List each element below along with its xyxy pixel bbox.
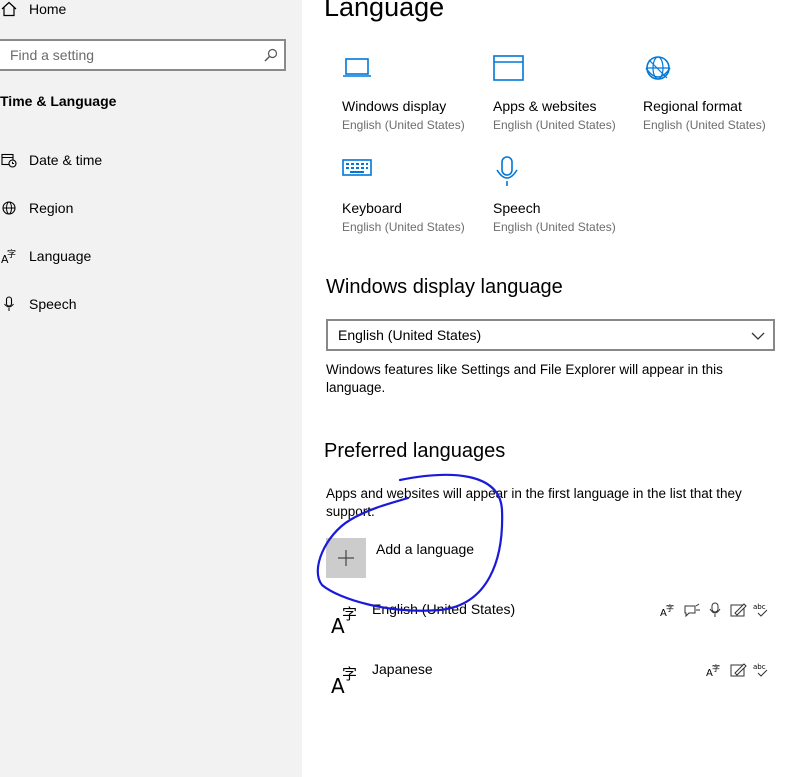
- svg-text:abc: abc: [753, 663, 766, 671]
- add-language-label: Add a language: [376, 541, 475, 557]
- tile-subtitle: English (United States): [342, 118, 465, 132]
- sidebar-item-speech[interactable]: Speech: [0, 295, 76, 313]
- calendar-clock-icon: [0, 151, 18, 169]
- search-input[interactable]: Find a setting: [0, 39, 286, 71]
- sidebar-item-date-time[interactable]: Date & time: [0, 151, 102, 169]
- sidebar-item-label: Date & time: [29, 152, 103, 168]
- section-title: Time & Language: [0, 93, 117, 109]
- tile-regional-format[interactable]: Regional format English (United States): [643, 54, 783, 132]
- tile-name: Windows display: [342, 98, 447, 114]
- keyboard-icon: [342, 156, 482, 190]
- tile-apps-websites[interactable]: Apps & websites English (United States): [493, 54, 633, 132]
- sidebar-item-label: Speech: [29, 296, 77, 312]
- search-placeholder: Find a setting: [10, 47, 95, 63]
- tile-name: Apps & websites: [493, 98, 597, 114]
- svg-text:abc: abc: [753, 603, 766, 611]
- preferred-languages-description: Apps and websites will appear in the fir…: [326, 486, 742, 519]
- sidebar-item-label: Home: [29, 1, 67, 17]
- tile-name: Regional format: [643, 98, 742, 114]
- tile-windows-display[interactable]: Windows display English (United States): [342, 54, 482, 132]
- tile-speech[interactable]: Speech English (United States): [493, 156, 633, 234]
- tile-subtitle: English (United States): [493, 118, 616, 132]
- microphone-icon: [0, 295, 18, 313]
- display-language-dropdown[interactable]: English (United States): [326, 319, 775, 351]
- speech-recognition-icon: [709, 602, 721, 617]
- spellcheck-icon: abc: [753, 603, 768, 617]
- sidebar-item-label: Region: [29, 200, 74, 216]
- page-title: Language: [324, 0, 445, 22]
- sidebar-item-label: Language: [29, 248, 92, 264]
- handwriting-icon: [730, 603, 747, 617]
- laptop-icon: [342, 54, 482, 88]
- tile-subtitle: English (United States): [643, 118, 766, 132]
- svg-text:字: 字: [712, 663, 720, 673]
- display-language-description: Windows features like Settings and File …: [326, 362, 723, 395]
- svg-text:字: 字: [7, 248, 16, 260]
- language-features: A字 abc: [660, 601, 770, 619]
- window-icon: [493, 54, 633, 88]
- globe-icon: [0, 199, 18, 217]
- spellcheck-icon: abc: [753, 663, 768, 677]
- language-icon: A字: [330, 601, 362, 640]
- language-icon: A字: [330, 661, 362, 700]
- language-name: Japanese: [372, 661, 433, 677]
- microphone-icon: [493, 156, 633, 190]
- plus-icon: [326, 538, 366, 578]
- sidebar-item-language[interactable]: A字 Language: [0, 247, 91, 265]
- tile-name: Keyboard: [342, 200, 402, 216]
- add-language-button[interactable]: Add a language: [326, 538, 474, 578]
- svg-text:字: 字: [666, 603, 674, 613]
- main-content: Language Windows display English (United…: [302, 0, 802, 777]
- language-row-english[interactable]: A字 English (United States) A字 abc: [330, 601, 770, 647]
- display-language-icon: A字: [660, 603, 674, 619]
- svg-text:字: 字: [342, 665, 357, 683]
- language-icon: A字: [0, 247, 18, 265]
- dropdown-value: English (United States): [338, 327, 482, 343]
- text-to-speech-icon: [684, 603, 700, 618]
- tile-keyboard[interactable]: Keyboard English (United States): [342, 156, 482, 234]
- search-icon: [264, 48, 278, 67]
- home-icon: [0, 0, 18, 18]
- tile-subtitle: English (United States): [493, 220, 616, 234]
- section-heading-preferred-languages: Preferred languages: [324, 440, 506, 462]
- sidebar: Home Find a setting Time & Language Date…: [0, 0, 302, 777]
- handwriting-icon: [730, 663, 747, 677]
- language-name: English (United States): [372, 601, 516, 617]
- svg-text:字: 字: [342, 605, 357, 623]
- tile-name: Speech: [493, 200, 541, 216]
- sidebar-item-home[interactable]: Home: [0, 0, 66, 18]
- globe-icon: [643, 54, 783, 88]
- sidebar-item-region[interactable]: Region: [0, 199, 73, 217]
- chevron-down-icon: [751, 328, 765, 346]
- section-heading-display-language: Windows display language: [326, 276, 563, 298]
- display-language-icon: A字: [706, 663, 720, 679]
- tile-subtitle: English (United States): [342, 220, 465, 234]
- language-row-japanese[interactable]: A字 Japanese A字 abc: [330, 661, 770, 707]
- language-features: A字 abc: [706, 661, 770, 679]
